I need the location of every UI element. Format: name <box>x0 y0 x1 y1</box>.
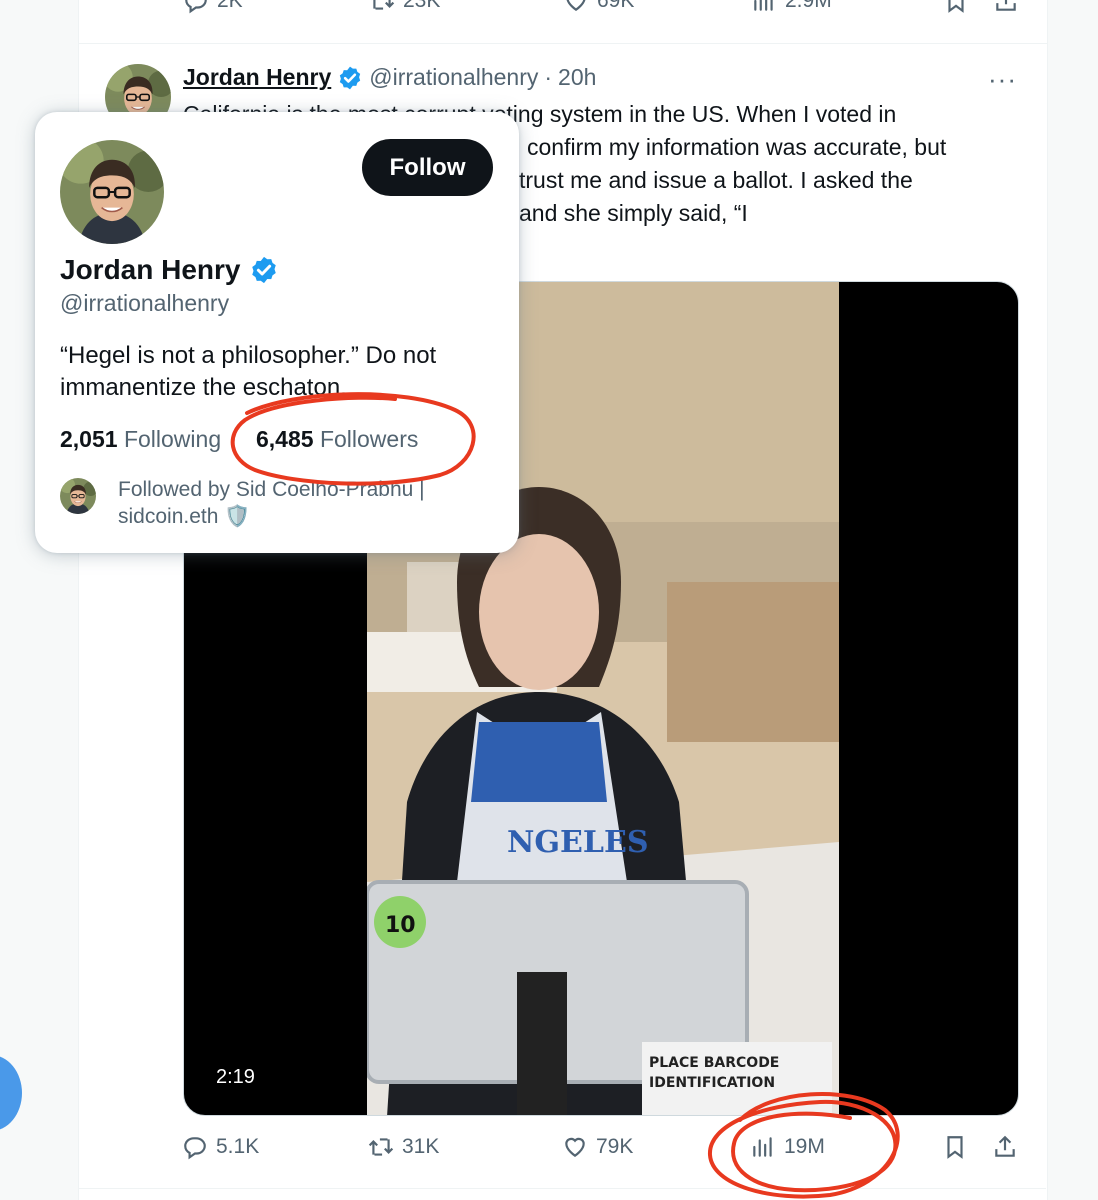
reply-button[interactable]: 2K <box>183 0 243 14</box>
following-label: Following <box>123 426 222 452</box>
following-link[interactable]: 2,051 Following <box>60 426 221 453</box>
previous-tweet-actions: 2K 23K 69K 2.9M <box>79 0 1047 28</box>
annotation-circle-followers <box>230 392 476 486</box>
retweet-button[interactable]: 31K <box>368 1134 439 1160</box>
views-button[interactable]: 2.9M <box>751 0 832 14</box>
share-icon <box>993 0 1019 14</box>
like-button[interactable]: 79K <box>562 1134 633 1160</box>
mutual-avatar <box>60 478 96 514</box>
tweet-author-name[interactable]: Jordan Henry <box>183 64 331 91</box>
hovercard-display-name[interactable]: Jordan Henry <box>60 254 241 286</box>
following-count: 2,051 <box>60 426 118 452</box>
bookmark-icon <box>943 0 969 14</box>
svg-text:PLACE BARCODE: PLACE BARCODE <box>649 1055 779 1071</box>
annotation-circle-views <box>707 1092 900 1199</box>
retweet-icon <box>368 1134 394 1160</box>
views-count: 2.9M <box>785 0 832 12</box>
share-button[interactable] <box>993 0 1019 14</box>
retweet-icon <box>369 0 395 14</box>
like-count: 79K <box>596 1135 634 1158</box>
tweet-author-handle[interactable]: @irrationalhenry <box>369 64 538 91</box>
retweet-button[interactable]: 23K <box>369 0 440 14</box>
bookmark-icon <box>942 1134 968 1160</box>
like-icon <box>562 1134 588 1160</box>
follow-button[interactable]: Follow <box>362 139 493 196</box>
verified-badge-icon[interactable] <box>249 255 279 285</box>
like-count: 69K <box>597 0 635 12</box>
reply-count: 5.1K <box>216 1135 260 1158</box>
hovercard-name[interactable]: Jordan Henry <box>60 254 279 286</box>
compose-fab[interactable] <box>0 1055 22 1131</box>
tweet-header: Jordan Henry @irrationalhenry · 20h <box>183 64 596 91</box>
reply-icon <box>182 1134 208 1160</box>
like-button[interactable]: 69K <box>563 0 634 14</box>
like-icon <box>563 0 589 14</box>
tweet-timestamp[interactable]: 20h <box>558 64 596 91</box>
hovercard-handle[interactable]: @irrationalhenry <box>60 290 229 317</box>
reply-count: 2K <box>217 0 243 12</box>
retweet-count: 23K <box>403 0 441 12</box>
more-options-button[interactable]: ··· <box>988 64 1017 95</box>
svg-text:10: 10 <box>385 913 416 938</box>
video-duration: 2:19 <box>204 1062 267 1093</box>
hovercard-avatar[interactable] <box>60 140 164 244</box>
reply-button[interactable]: 5.1K <box>182 1134 259 1160</box>
verified-badge-icon[interactable] <box>337 65 363 91</box>
svg-text:NGELES: NGELES <box>507 825 649 860</box>
bookmark-button[interactable] <box>942 1134 968 1160</box>
reply-icon <box>183 0 209 14</box>
share-button[interactable] <box>992 1134 1018 1160</box>
tweet-divider <box>79 43 1047 44</box>
share-icon <box>992 1134 1018 1160</box>
bookmark-button[interactable] <box>943 0 969 14</box>
retweet-count: 31K <box>402 1135 440 1158</box>
views-icon <box>751 0 777 14</box>
separator-dot: · <box>544 64 553 90</box>
